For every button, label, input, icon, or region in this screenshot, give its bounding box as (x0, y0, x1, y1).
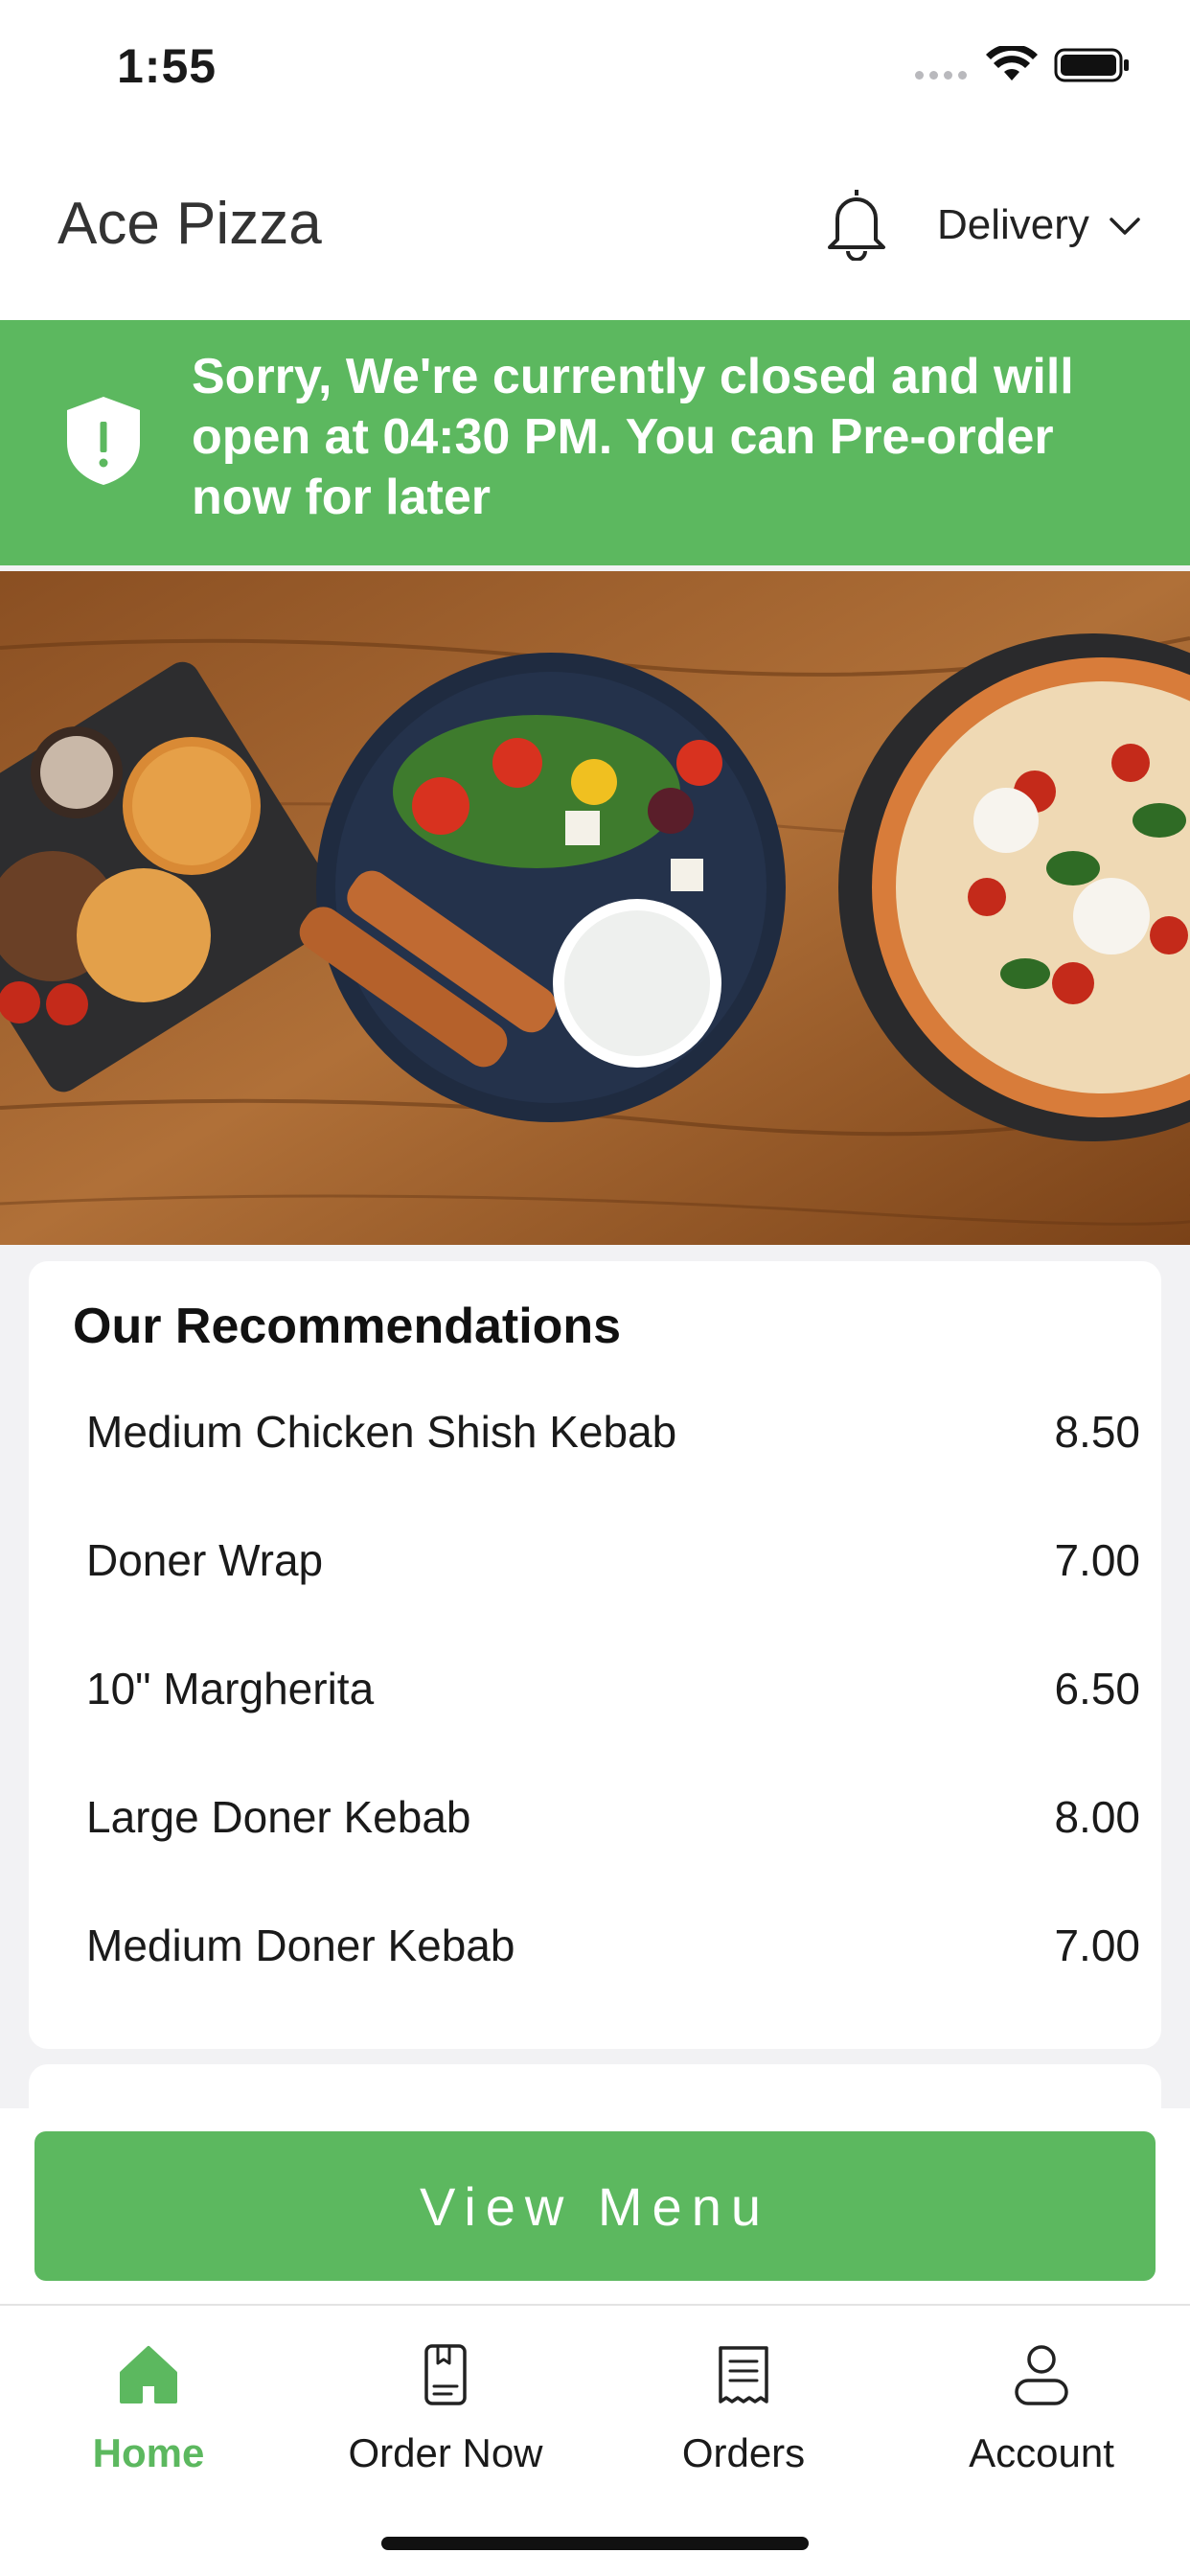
item-price: 8.50 (1054, 1407, 1140, 1457)
bottom-tab-bar: Home Order Now Orders Account (0, 2304, 1190, 2576)
home-indicator (381, 2537, 809, 2550)
item-price: 7.00 (1054, 1920, 1140, 1970)
status-bar: 1:55 (0, 0, 1190, 126)
wifi-icon (986, 46, 1038, 80)
receipt-icon (719, 2346, 768, 2404)
bell-icon[interactable] (822, 186, 891, 261)
status-time: 1:55 (117, 39, 217, 93)
food-hero-image (0, 571, 1190, 1245)
item-price: 8.00 (1054, 1792, 1140, 1842)
tab-order-now[interactable]: Order Now (326, 2340, 565, 2494)
tab-label: Home (92, 2430, 205, 2475)
menu-book-icon (424, 2344, 467, 2405)
item-price: 6.50 (1054, 1664, 1140, 1714)
recommendation-item[interactable]: Medium Chicken Shish Kebab 8.50 (86, 1393, 1140, 1470)
tab-account[interactable]: Account (922, 2340, 1161, 2494)
item-name: Medium Doner Kebab (86, 1920, 515, 1970)
home-icon (120, 2346, 177, 2404)
tab-label: Orders (681, 2430, 806, 2475)
delivery-mode-selector[interactable]: Delivery (937, 201, 1089, 249)
item-name: Large Doner Kebab (86, 1792, 471, 1842)
item-name: Doner Wrap (86, 1535, 324, 1585)
recommendation-item[interactable]: Large Doner Kebab 8.00 (86, 1779, 1140, 1855)
view-menu-button[interactable]: View Menu (34, 2131, 1156, 2281)
user-icon (1015, 2345, 1068, 2405)
recommendation-item[interactable]: Medium Doner Kebab 7.00 (86, 1907, 1140, 1984)
tab-home[interactable]: Home (29, 2340, 268, 2494)
recommendations-card: Our Recommendations Medium Chicken Shish… (29, 1261, 1161, 2049)
app-header: Ace Pizza Delivery (0, 126, 1190, 320)
chevron-down-icon[interactable] (1108, 215, 1142, 238)
recommendation-item[interactable]: Doner Wrap 7.00 (86, 1522, 1140, 1598)
battery-icon (1054, 48, 1129, 82)
restaurant-name: Ace Pizza (57, 191, 322, 257)
tab-label: Account (969, 2430, 1114, 2475)
shield-alert-icon (67, 397, 140, 485)
recommendations-title: Our Recommendations (73, 1299, 622, 1354)
cellular-signal-icon (915, 71, 967, 80)
item-name: 10" Margherita (86, 1664, 375, 1714)
store-closed-message: Sorry, We're currently closed and will o… (192, 349, 1074, 525)
tab-orders[interactable]: Orders (624, 2340, 863, 2494)
tab-label: Order Now (348, 2430, 543, 2475)
recommendation-item[interactable]: 10" Margherita 6.50 (86, 1650, 1140, 1727)
item-price: 7.00 (1054, 1535, 1140, 1585)
item-name: Medium Chicken Shish Kebab (86, 1407, 677, 1457)
